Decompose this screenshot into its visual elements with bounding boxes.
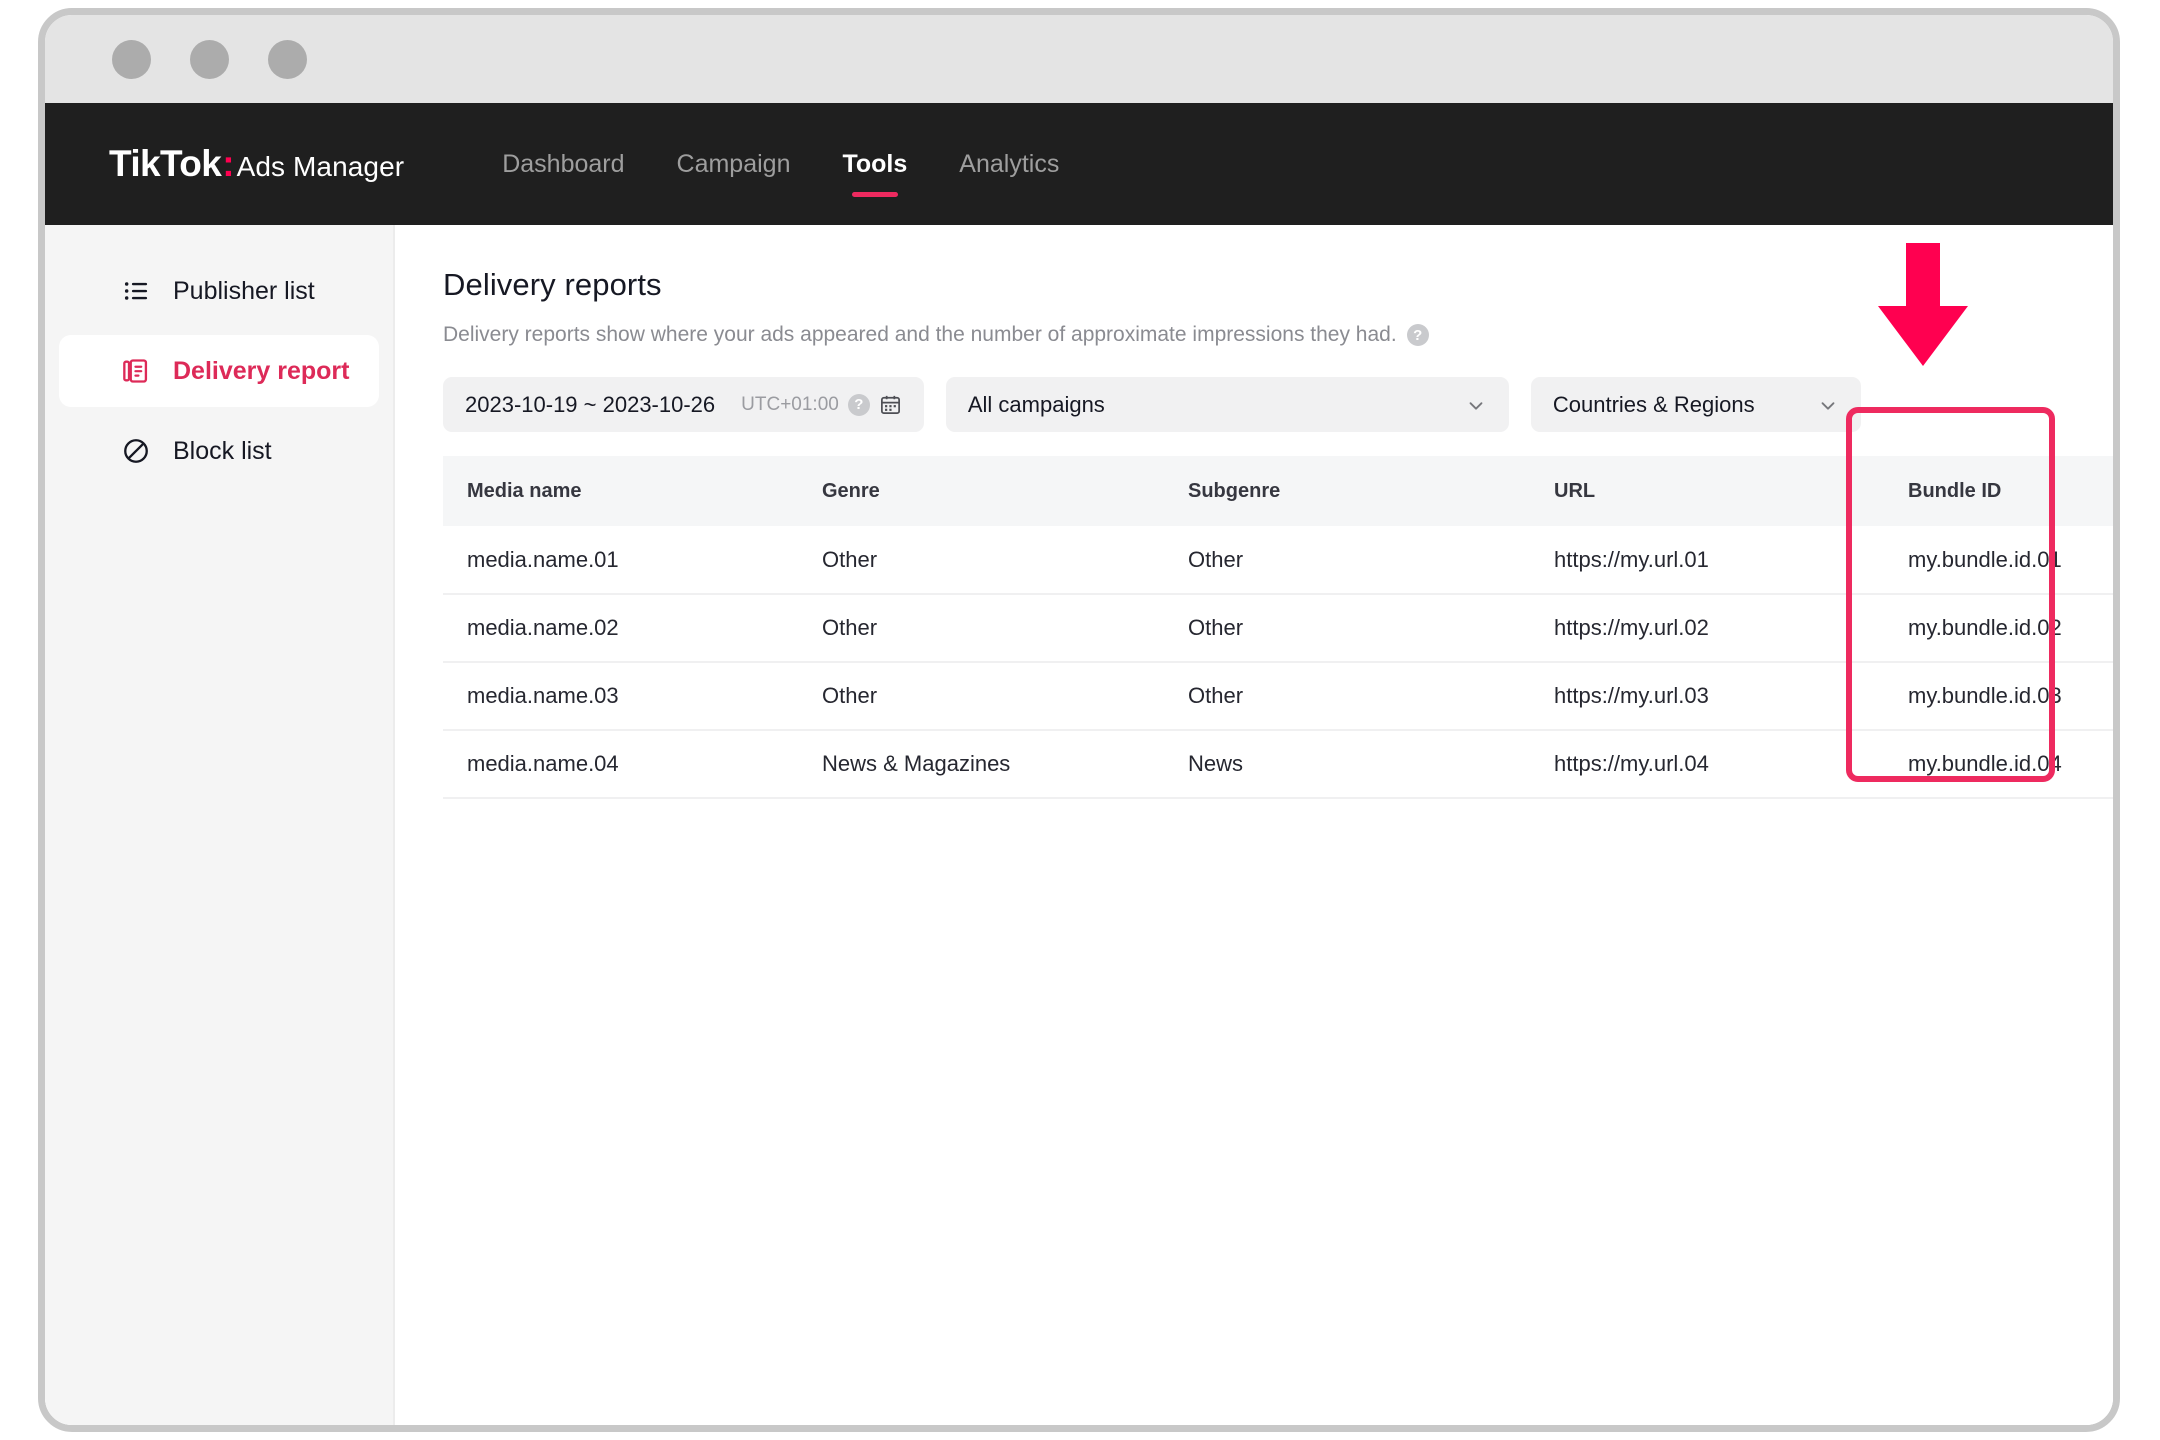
block-icon — [121, 436, 151, 466]
table-row[interactable]: media.name.04 News & Magazines News http… — [443, 730, 2113, 799]
nav-item-dashboard[interactable]: Dashboard — [476, 103, 650, 225]
main-content: Delivery reports Delivery reports show w… — [395, 225, 2113, 1425]
chevron-down-icon — [1465, 394, 1487, 416]
cell-media-name: media.name.03 — [443, 662, 798, 731]
column-header-bundle-id[interactable]: Bundle ID — [1884, 456, 2113, 526]
brand-logo-group[interactable]: TikTok : Ads Manager — [109, 143, 404, 185]
timezone-label: UTC+01:00 — [741, 393, 839, 415]
tiktok-wordmark: TikTok — [109, 143, 222, 184]
cell-media-name: media.name.04 — [443, 730, 798, 799]
list-icon — [121, 276, 151, 306]
cell-subgenre: Other — [1164, 662, 1530, 731]
cell-bundle-id: my.bundle.id.03 — [1884, 662, 2113, 731]
sidebar-item-block-list[interactable]: Block list — [59, 415, 379, 487]
cell-subgenre: Other — [1164, 526, 1530, 595]
sidebar-item-label: Delivery report — [173, 356, 350, 385]
sidebar-item-label: Block list — [173, 436, 272, 465]
cell-url: https://my.url.04 — [1530, 730, 1884, 799]
date-range-value: 2023-10-19 ~ 2023-10-26 — [465, 391, 716, 417]
region-filter-value: Countries & Regions — [1552, 391, 1755, 417]
sidebar-item-delivery-report[interactable]: Delivery report — [59, 335, 379, 407]
nav-item-analytics[interactable]: Analytics — [933, 103, 1085, 225]
top-navigation-bar: TikTok : Ads Manager Dashboard Campaign … — [45, 103, 2113, 225]
table-row[interactable]: media.name.03 Other Other https://my.url… — [443, 662, 2113, 731]
column-header-url[interactable]: URL — [1530, 456, 1884, 526]
page-title: Delivery reports — [443, 267, 662, 302]
timezone-group: UTC+01:00 ? — [741, 393, 902, 416]
delivery-report-table-wrapper: Media name Genre Subgenre URL Bundle ID … — [443, 456, 2113, 799]
page-subtitle-text: Delivery reports show where your ads app… — [443, 323, 1397, 346]
date-range-picker[interactable]: 2023-10-19 ~ 2023-10-26 UTC+01:00 ? — [443, 377, 924, 432]
page-subtitle: Delivery reports show where your ads app… — [443, 323, 2065, 347]
brand-suffix-label: Ads Manager — [236, 151, 405, 182]
minimize-dot[interactable] — [190, 39, 229, 79]
timezone-help-icon[interactable]: ? — [847, 393, 870, 416]
close-dot[interactable] — [112, 39, 151, 79]
sidebar-item-publisher-list[interactable]: Publisher list — [59, 255, 379, 327]
nav-item-campaign[interactable]: Campaign — [651, 103, 817, 225]
cell-url: https://my.url.01 — [1530, 526, 1884, 595]
window-titlebar — [45, 15, 2113, 103]
brand-colon: : — [222, 143, 235, 184]
cell-media-name: media.name.02 — [443, 594, 798, 663]
table-header-row: Media name Genre Subgenre URL Bundle ID — [443, 456, 2113, 526]
cell-subgenre: Other — [1164, 594, 1530, 663]
browser-window: TikTok : Ads Manager Dashboard Campaign … — [38, 8, 2120, 1432]
cell-genre: Other — [798, 662, 1164, 731]
document-report-icon — [121, 356, 151, 386]
chevron-down-icon — [1817, 394, 1839, 416]
filter-bar: 2023-10-19 ~ 2023-10-26 UTC+01:00 ? All … — [443, 377, 2065, 432]
cell-genre: Other — [798, 594, 1164, 663]
column-header-subgenre[interactable]: Subgenre — [1164, 456, 1530, 526]
cell-genre: Other — [798, 526, 1164, 595]
table-row[interactable]: media.name.01 Other Other https://my.url… — [443, 526, 2113, 595]
table-body: media.name.01 Other Other https://my.url… — [443, 526, 2113, 799]
column-header-media-name[interactable]: Media name — [443, 456, 798, 526]
cell-url: https://my.url.02 — [1530, 594, 1884, 663]
table-row[interactable]: media.name.02 Other Other https://my.url… — [443, 594, 2113, 663]
help-icon[interactable]: ? — [1406, 324, 1429, 346]
cell-media-name: media.name.01 — [443, 526, 798, 595]
cell-url: https://my.url.03 — [1530, 662, 1884, 731]
cell-bundle-id: my.bundle.id.01 — [1884, 526, 2113, 595]
region-filter-select[interactable]: Countries & Regions — [1530, 377, 1861, 432]
column-header-genre[interactable]: Genre — [798, 456, 1164, 526]
calendar-icon[interactable] — [879, 393, 902, 416]
cell-genre: News & Magazines — [798, 730, 1164, 799]
table-header: Media name Genre Subgenre URL Bundle ID — [443, 456, 2113, 526]
campaign-filter-value: All campaigns — [967, 391, 1105, 417]
app-body: Publisher list Delivery report Block lis… — [45, 225, 2113, 1425]
maximize-dot[interactable] — [268, 39, 307, 79]
cell-subgenre: News — [1164, 730, 1530, 799]
delivery-report-table: Media name Genre Subgenre URL Bundle ID … — [443, 456, 2113, 799]
sidebar-item-label: Publisher list — [173, 276, 315, 305]
cell-bundle-id: my.bundle.id.02 — [1884, 594, 2113, 663]
sidebar: Publisher list Delivery report Block lis… — [45, 225, 395, 1425]
cell-bundle-id: my.bundle.id.04 — [1884, 730, 2113, 799]
campaign-filter-select[interactable]: All campaigns — [945, 377, 1509, 432]
nav-item-tools[interactable]: Tools — [816, 103, 933, 225]
